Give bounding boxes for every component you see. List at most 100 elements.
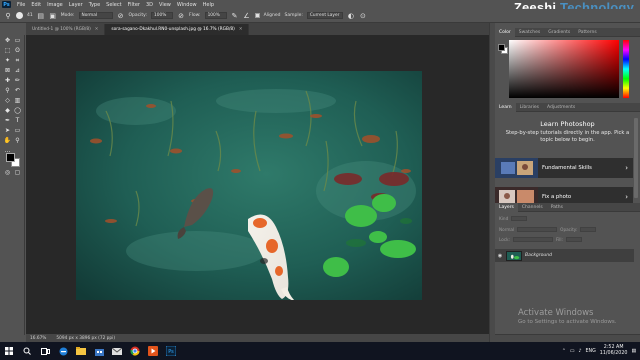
pressure-opacity-icon[interactable]: ⊘ (117, 12, 125, 20)
document-tab-untitled[interactable]: Untitled-1 @ 100% (RGB/8) ✕ (26, 24, 106, 35)
path-select-tool-icon[interactable]: ➤ (3, 127, 12, 135)
windows-start-icon[interactable] (0, 342, 18, 360)
mail-icon[interactable] (108, 342, 126, 360)
clone-stamp-tool-icon[interactable]: ⚲ (3, 87, 12, 95)
zoom-tool-icon[interactable]: ⚲ (13, 137, 22, 145)
pen-tool-icon[interactable]: ✒ (3, 117, 12, 125)
rectangle-tool-icon[interactable]: ▭ (13, 127, 22, 135)
document-info[interactable]: 5094 px x 3896 px (72 ppi) (56, 336, 115, 341)
dodge-tool-icon[interactable]: ◯ (13, 107, 22, 115)
marquee-tool-icon[interactable]: ⬚ (3, 47, 12, 55)
menu-select[interactable]: Select (103, 2, 124, 8)
aligned-checkbox[interactable] (254, 13, 260, 18)
edge-icon[interactable] (54, 342, 72, 360)
tab-learn[interactable]: Learn (495, 102, 516, 112)
menu-file[interactable]: File (14, 2, 28, 8)
artboard-tool-icon[interactable]: ▭ (13, 37, 22, 45)
learn-scrollbar[interactable] (634, 118, 638, 198)
hue-slider[interactable] (623, 40, 629, 98)
lock-options[interactable] (512, 237, 553, 242)
ignore-adjustment-icon[interactable]: ◐ (347, 12, 355, 20)
blend-mode-select[interactable] (517, 227, 558, 232)
eyedropper-tool-icon[interactable]: ⊿ (13, 67, 22, 75)
brush-preset-icon[interactable] (16, 12, 23, 19)
tab-patterns[interactable]: Patterns (574, 28, 601, 37)
crop-tool-icon[interactable]: ⌗ (13, 57, 22, 65)
mode-select[interactable]: Normal (78, 12, 113, 19)
quick-select-tool-icon[interactable]: ✦ (3, 57, 12, 65)
filter-kind-label[interactable]: Kind (499, 216, 508, 221)
canvas-area[interactable] (26, 35, 489, 334)
menu-image[interactable]: Image (44, 2, 66, 8)
tab-paths[interactable]: Paths (547, 203, 567, 212)
pressure-icon[interactable]: ⊘ (177, 12, 185, 20)
menu-window[interactable]: Window (174, 2, 200, 8)
options-bar: ⚲ 41 ▤ ▣ Mode: Normal ⊘ Opacity: 100% ⊘ … (0, 9, 640, 23)
task-view-icon[interactable] (36, 342, 54, 360)
menu-edit[interactable]: Edit (28, 2, 44, 8)
tab-color[interactable]: Color (495, 27, 515, 37)
clone-source-icon[interactable]: ▣ (49, 12, 57, 20)
history-brush-tool-icon[interactable]: ↶ (13, 87, 22, 95)
learn-card-fundamental-skills[interactable]: Fundamental Skills › (495, 158, 633, 178)
filter-kind-select[interactable] (511, 216, 528, 221)
menu-layer[interactable]: Layer (66, 2, 86, 8)
fill-field[interactable] (565, 237, 582, 242)
store-icon[interactable] (90, 342, 108, 360)
close-icon[interactable]: ✕ (239, 27, 243, 32)
photoshop-icon[interactable]: Ps (162, 342, 180, 360)
close-icon[interactable]: ✕ (95, 27, 99, 32)
tab-libraries[interactable]: Libraries (516, 103, 543, 112)
layer-opacity-field[interactable] (580, 227, 597, 232)
flow-field[interactable]: 100% (204, 12, 227, 19)
color-picker-field[interactable] (509, 40, 619, 98)
clock[interactable]: 2:52 AM 11/06/2020 (600, 345, 628, 357)
menu-type[interactable]: Type (86, 2, 103, 8)
foreground-color-swatch[interactable] (6, 153, 15, 162)
layer-row-background[interactable]: ◉ Background (495, 249, 634, 262)
type-tool-icon[interactable]: T (13, 117, 22, 125)
search-icon[interactable] (18, 342, 36, 360)
tray-chevron-icon[interactable]: ⌃ (562, 349, 566, 354)
blend-mode-label[interactable]: Normal (499, 227, 514, 232)
language-indicator[interactable]: ENG (585, 349, 595, 354)
hand-tool-icon[interactable]: ✋ (3, 137, 12, 145)
healing-brush-tool-icon[interactable]: ✚ (3, 77, 12, 85)
gradient-tool-icon[interactable]: ▥ (13, 97, 22, 105)
clone-stamp-icon[interactable]: ⚲ (4, 12, 12, 20)
tab-layers[interactable]: Layers (495, 202, 518, 212)
lasso-tool-icon[interactable]: ʘ (13, 47, 22, 55)
move-tool-icon[interactable]: ✥ (3, 37, 12, 45)
angle-icon[interactable]: ∠ (243, 12, 251, 20)
tab-channels[interactable]: Channels (518, 203, 547, 212)
frame-tool-icon[interactable]: ⊠ (3, 67, 12, 75)
screen-mode-icon[interactable]: ▢ (13, 169, 22, 177)
eye-icon[interactable]: ◉ (497, 253, 503, 259)
color-foreground-swatch[interactable] (498, 44, 505, 51)
document-tab-photo[interactable]: sora-sagano-Dkakhul.RN0-unsplash.jpg @ 1… (105, 24, 250, 35)
volume-icon[interactable]: ♪ (578, 349, 581, 354)
chrome-icon[interactable] (126, 342, 144, 360)
brush-tool-icon[interactable]: ✏ (13, 77, 22, 85)
tab-gradients[interactable]: Gradients (544, 28, 574, 37)
file-explorer-icon[interactable] (72, 342, 90, 360)
pressure-size-icon[interactable]: ⊙ (359, 12, 367, 20)
menu-3d[interactable]: 3D (143, 2, 156, 8)
tab-swatches[interactable]: Swatches (515, 28, 545, 37)
quick-mask-icon[interactable]: ◎ (3, 169, 12, 177)
airbrush-icon[interactable]: ✎ (231, 12, 239, 20)
menu-filter[interactable]: Filter (125, 2, 143, 8)
menu-help[interactable]: Help (200, 2, 217, 8)
zoom-level[interactable]: 16.67% (30, 336, 46, 341)
blur-tool-icon[interactable]: ◆ (3, 107, 12, 115)
opacity-field[interactable]: 100% (151, 12, 174, 19)
brush-settings-icon[interactable]: ▤ (37, 12, 45, 20)
media-icon[interactable] (144, 342, 162, 360)
sample-select[interactable]: Current Layer (306, 12, 343, 19)
tab-adjustments[interactable]: Adjustments (543, 103, 579, 112)
network-icon[interactable]: ▭ (570, 349, 575, 354)
notifications-icon[interactable]: ▤ (631, 349, 636, 354)
menu-view[interactable]: View (156, 2, 174, 8)
koi-pond-photo[interactable] (76, 71, 422, 300)
eraser-tool-icon[interactable]: ◇ (3, 97, 12, 105)
